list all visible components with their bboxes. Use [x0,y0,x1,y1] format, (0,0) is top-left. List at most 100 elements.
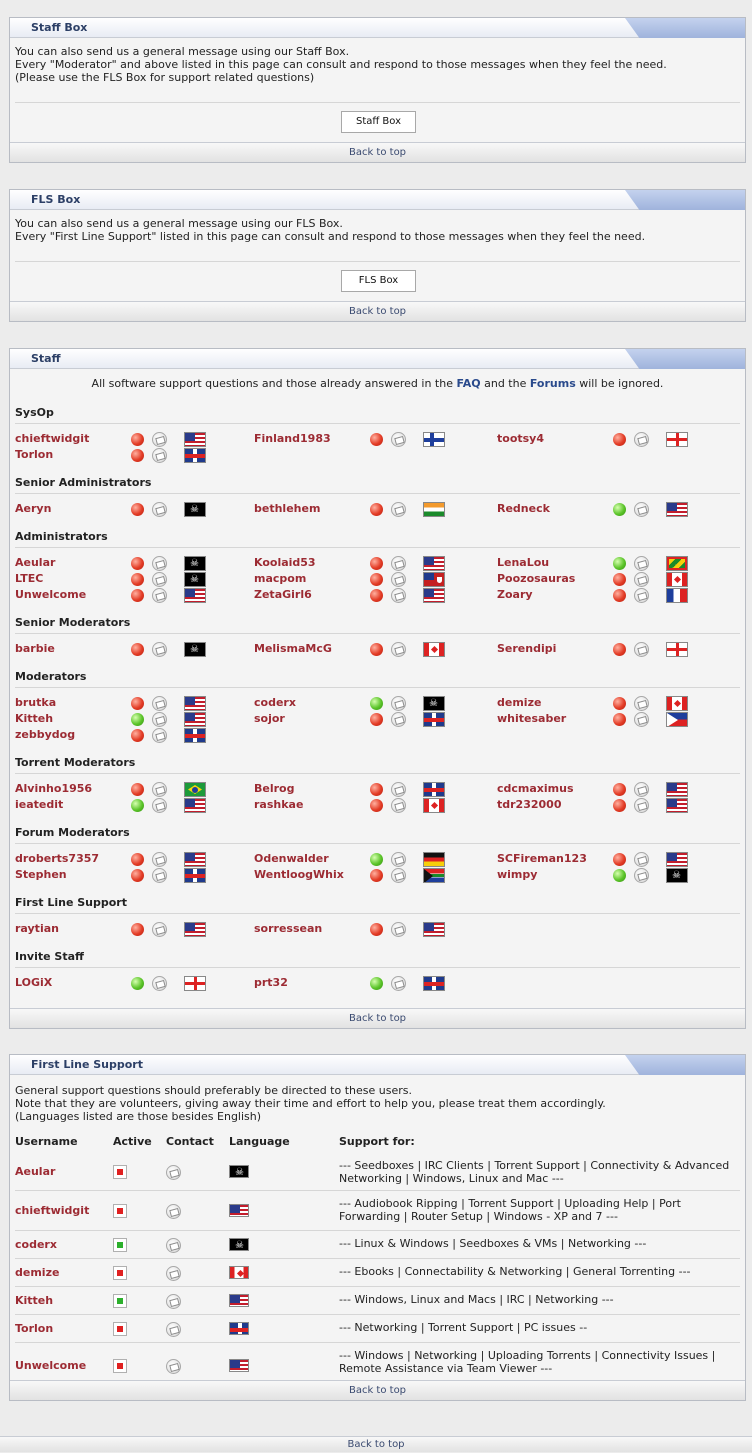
staff-member-name[interactable]: Zoary [497,588,533,601]
fls-box-button[interactable]: FLS Box [341,270,416,292]
staff-member-name[interactable]: SCFireman123 [497,852,587,865]
staff-member-name[interactable]: Poozosauras [497,572,575,585]
fls-username[interactable]: chieftwidgit [15,1204,89,1217]
back-to-top-link[interactable]: Back to top [0,1436,752,1452]
envelope-icon[interactable] [391,432,406,447]
envelope-icon[interactable] [391,556,406,571]
staff-box-button[interactable]: Staff Box [341,111,416,133]
envelope-icon[interactable] [634,852,649,867]
back-to-top-link[interactable]: Back to top [10,142,745,162]
staff-member-name[interactable]: whitesaber [497,712,566,725]
staff-member-name[interactable]: brutka [15,696,56,709]
staff-member-name[interactable]: sojor [254,712,285,725]
staff-member-name[interactable]: Torlon [15,448,53,461]
staff-member-name[interactable]: Belrog [254,782,294,795]
envelope-icon[interactable] [152,976,167,991]
fls-username[interactable]: coderx [15,1238,57,1251]
envelope-icon[interactable] [166,1204,181,1219]
envelope-icon[interactable] [634,572,649,587]
staff-member-name[interactable]: sorressean [254,922,322,935]
staff-member-name[interactable]: WentloogWhix [254,868,344,881]
envelope-icon[interactable] [391,588,406,603]
envelope-icon[interactable] [152,728,167,743]
envelope-icon[interactable] [391,868,406,883]
envelope-icon[interactable] [391,922,406,937]
staff-member-name[interactable]: macpom [254,572,306,585]
staff-member-name[interactable]: raytian [15,922,59,935]
envelope-icon[interactable] [634,556,649,571]
staff-member-name[interactable]: cdcmaximus [497,782,574,795]
staff-member-name[interactable]: zebbydog [15,728,75,741]
staff-member-name[interactable]: Serendipi [497,642,556,655]
fls-username[interactable]: Kitteh [15,1294,53,1307]
staff-member-name[interactable]: wimpy [497,868,537,881]
envelope-icon[interactable] [391,696,406,711]
envelope-icon[interactable] [152,868,167,883]
envelope-icon[interactable] [166,1266,181,1281]
forums-link[interactable]: Forums [530,377,576,390]
envelope-icon[interactable] [634,798,649,813]
staff-member-name[interactable]: droberts7357 [15,852,99,865]
back-to-top-link[interactable]: Back to top [10,1380,745,1400]
envelope-icon[interactable] [166,1165,181,1180]
envelope-icon[interactable] [391,502,406,517]
fls-username[interactable]: Unwelcome [15,1359,86,1372]
staff-member-name[interactable]: ieatedit [15,798,63,811]
envelope-icon[interactable] [634,502,649,517]
envelope-icon[interactable] [634,712,649,727]
envelope-icon[interactable] [152,782,167,797]
envelope-icon[interactable] [634,642,649,657]
envelope-icon[interactable] [391,572,406,587]
back-to-top-link[interactable]: Back to top [10,1008,745,1028]
staff-member-name[interactable]: rashkae [254,798,303,811]
envelope-icon[interactable] [166,1322,181,1337]
envelope-icon[interactable] [391,642,406,657]
envelope-icon[interactable] [166,1294,181,1309]
staff-member-name[interactable]: Alvinho1956 [15,782,92,795]
staff-member-name[interactable]: Finland1983 [254,432,331,445]
staff-member-name[interactable]: LOGiX [15,976,52,989]
staff-member-name[interactable]: coderx [254,696,296,709]
envelope-icon[interactable] [152,588,167,603]
staff-member-name[interactable]: tootsy4 [497,432,544,445]
staff-member-name[interactable]: Odenwalder [254,852,329,865]
envelope-icon[interactable] [152,696,167,711]
envelope-icon[interactable] [152,852,167,867]
staff-member-name[interactable]: bethlehem [254,502,320,515]
envelope-icon[interactable] [391,976,406,991]
envelope-icon[interactable] [152,432,167,447]
staff-member-name[interactable]: prt32 [254,976,288,989]
staff-member-name[interactable]: Aeryn [15,502,51,515]
envelope-icon[interactable] [634,868,649,883]
staff-member-name[interactable]: LenaLou [497,556,549,569]
staff-member-name[interactable]: barbie [15,642,55,655]
envelope-icon[interactable] [152,572,167,587]
staff-member-name[interactable]: MelismaMcG [254,642,332,655]
staff-member-name[interactable]: demize [497,696,541,709]
envelope-icon[interactable] [152,556,167,571]
envelope-icon[interactable] [152,642,167,657]
staff-member-name[interactable]: Kitteh [15,712,53,725]
staff-member-name[interactable]: Koolaid53 [254,556,316,569]
envelope-icon[interactable] [152,502,167,517]
staff-member-name[interactable]: chieftwidgit [15,432,89,445]
staff-member-name[interactable]: ZetaGirl6 [254,588,312,601]
back-to-top-link[interactable]: Back to top [10,301,745,321]
staff-member-name[interactable]: Aeular [15,556,55,569]
fls-username[interactable]: demize [15,1266,59,1279]
staff-member-name[interactable]: Stephen [15,868,67,881]
envelope-icon[interactable] [634,696,649,711]
staff-member-name[interactable]: Redneck [497,502,550,515]
staff-member-name[interactable]: LTEC [15,572,43,585]
staff-member-name[interactable]: Unwelcome [15,588,86,601]
faq-link[interactable]: FAQ [456,377,480,390]
envelope-icon[interactable] [634,588,649,603]
envelope-icon[interactable] [152,712,167,727]
envelope-icon[interactable] [152,922,167,937]
envelope-icon[interactable] [391,712,406,727]
fls-username[interactable]: Torlon [15,1322,53,1335]
envelope-icon[interactable] [152,448,167,463]
envelope-icon[interactable] [391,782,406,797]
envelope-icon[interactable] [391,798,406,813]
envelope-icon[interactable] [391,852,406,867]
